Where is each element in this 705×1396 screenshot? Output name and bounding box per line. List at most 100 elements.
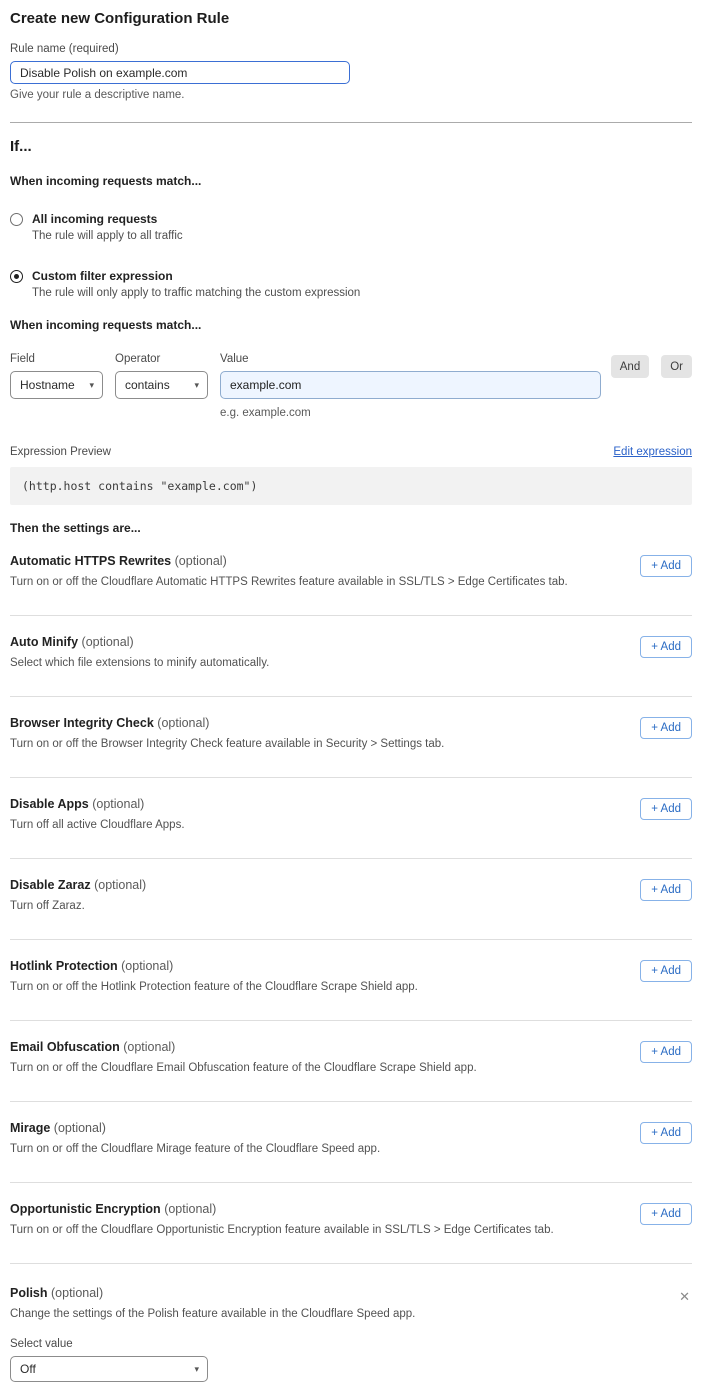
setting-optional-label: (optional) bbox=[54, 1121, 106, 1135]
setting-polish: Polish (optional) Change the settings of… bbox=[10, 1286, 692, 1382]
setting-description: Change the settings of the Polish featur… bbox=[10, 1308, 415, 1320]
setting-row: Auto Minify (optional) Select which file… bbox=[10, 635, 692, 669]
setting-optional-label: (optional) bbox=[123, 1040, 175, 1054]
setting-title: Auto Minify bbox=[10, 635, 78, 649]
setting-optional-label: (optional) bbox=[121, 959, 173, 973]
setting-title: Email Obfuscation bbox=[10, 1040, 120, 1054]
radio-desc-custom-filter: The rule will only apply to traffic matc… bbox=[32, 287, 360, 299]
setting-row: Email Obfuscation (optional) Turn on or … bbox=[10, 1040, 692, 1074]
setting-row: Hotlink Protection (optional) Turn on or… bbox=[10, 959, 692, 993]
section-divider bbox=[10, 777, 692, 778]
value-input[interactable] bbox=[220, 371, 601, 399]
section-divider bbox=[10, 696, 692, 697]
setting-title: Opportunistic Encryption bbox=[10, 1202, 161, 1216]
add-button[interactable]: + Add bbox=[640, 717, 692, 739]
add-button[interactable]: + Add bbox=[640, 1041, 692, 1063]
setting-description: Turn off Zaraz. bbox=[10, 900, 146, 912]
setting-description: Turn on or off the Cloudflare Opportunis… bbox=[10, 1224, 554, 1236]
setting-row: Disable Apps (optional) Turn off all act… bbox=[10, 797, 692, 831]
create-configuration-rule-page: Create new Configuration Rule Rule name … bbox=[0, 0, 705, 1396]
expression-preview-label: Expression Preview bbox=[10, 446, 111, 458]
setting-title: Automatic HTTPS Rewrites bbox=[10, 554, 171, 568]
filter-builder-heading: When incoming requests match... bbox=[10, 318, 692, 332]
setting-title: Polish bbox=[10, 1286, 48, 1300]
setting-title: Hotlink Protection bbox=[10, 959, 118, 973]
setting-optional-label: (optional) bbox=[175, 554, 227, 568]
chevron-down-icon: ▾ bbox=[89, 381, 94, 390]
radio-option-custom-filter[interactable]: Custom filter expression The rule will o… bbox=[10, 269, 692, 299]
rule-name-input[interactable] bbox=[10, 61, 350, 84]
section-divider bbox=[10, 1020, 692, 1021]
setting-disable-zaraz: Disable Zaraz (optional) Turn off Zaraz.… bbox=[10, 878, 692, 940]
setting-title: Browser Integrity Check bbox=[10, 716, 154, 730]
add-button[interactable]: + Add bbox=[640, 636, 692, 658]
setting-description: Turn off all active Cloudflare Apps. bbox=[10, 819, 185, 831]
section-divider bbox=[10, 1263, 692, 1264]
chevron-down-icon: ▾ bbox=[194, 381, 199, 390]
rule-name-group: Rule name (required) Give your rule a de… bbox=[10, 43, 692, 101]
chevron-down-icon: ▾ bbox=[194, 1365, 199, 1374]
polish-value-select[interactable]: Off ▾ bbox=[10, 1356, 208, 1382]
setting-email-obfuscation: Email Obfuscation (optional) Turn on or … bbox=[10, 1040, 692, 1102]
field-select-value: Hostname bbox=[20, 378, 81, 392]
radio-selected-icon[interactable] bbox=[10, 270, 23, 283]
section-divider bbox=[10, 939, 692, 940]
operator-label: Operator bbox=[115, 353, 208, 365]
setting-automatic-https-rewrites: Automatic HTTPS Rewrites (optional) Turn… bbox=[10, 554, 692, 616]
section-divider bbox=[10, 1182, 692, 1183]
rule-name-help: Give your rule a descriptive name. bbox=[10, 89, 692, 101]
add-button[interactable]: + Add bbox=[640, 798, 692, 820]
top-divider bbox=[10, 122, 692, 123]
setting-mirage: Mirage (optional) Turn on or off the Clo… bbox=[10, 1121, 692, 1183]
value-example-help: e.g. example.com bbox=[220, 407, 601, 419]
incoming-requests-heading: When incoming requests match... bbox=[10, 174, 692, 188]
and-button[interactable]: And bbox=[611, 355, 649, 378]
add-button[interactable]: + Add bbox=[640, 960, 692, 982]
page-title: Create new Configuration Rule bbox=[10, 10, 692, 27]
field-select[interactable]: Hostname ▾ bbox=[10, 371, 103, 399]
polish-select-value: Off bbox=[20, 1362, 186, 1376]
radio-unselected-icon[interactable] bbox=[10, 213, 23, 226]
edit-expression-link[interactable]: Edit expression bbox=[613, 446, 692, 458]
setting-optional-label: (optional) bbox=[51, 1286, 103, 1300]
add-button[interactable]: + Add bbox=[640, 1122, 692, 1144]
setting-description: Select which file extensions to minify a… bbox=[10, 657, 269, 669]
setting-description: Turn on or off the Cloudflare Mirage fea… bbox=[10, 1143, 380, 1155]
setting-auto-minify: Auto Minify (optional) Select which file… bbox=[10, 635, 692, 697]
setting-optional-label: (optional) bbox=[164, 1202, 216, 1216]
radio-label-all-incoming: All incoming requests bbox=[32, 212, 183, 226]
setting-opportunistic-encryption: Opportunistic Encryption (optional) Turn… bbox=[10, 1202, 692, 1264]
setting-title: Mirage bbox=[10, 1121, 50, 1135]
setting-description: Turn on or off the Cloudflare Automatic … bbox=[10, 576, 568, 588]
setting-browser-integrity-check: Browser Integrity Check (optional) Turn … bbox=[10, 716, 692, 778]
setting-optional-label: (optional) bbox=[82, 635, 134, 649]
or-button[interactable]: Or bbox=[661, 355, 692, 378]
if-heading: If... bbox=[10, 138, 692, 155]
add-button[interactable]: + Add bbox=[640, 555, 692, 577]
operator-select[interactable]: contains ▾ bbox=[115, 371, 208, 399]
add-button[interactable]: + Add bbox=[640, 1203, 692, 1225]
setting-hotlink-protection: Hotlink Protection (optional) Turn on or… bbox=[10, 959, 692, 1021]
radio-option-all-incoming[interactable]: All incoming requests The rule will appl… bbox=[10, 212, 692, 242]
setting-disable-apps: Disable Apps (optional) Turn off all act… bbox=[10, 797, 692, 859]
setting-description: Turn on or off the Browser Integrity Che… bbox=[10, 738, 444, 750]
expression-preview-code: (http.host contains "example.com") bbox=[10, 467, 692, 505]
section-divider bbox=[10, 615, 692, 616]
add-button[interactable]: + Add bbox=[640, 879, 692, 901]
radio-label-custom-filter: Custom filter expression bbox=[32, 269, 360, 283]
operator-select-value: contains bbox=[125, 378, 186, 392]
then-settings-heading: Then the settings are... bbox=[10, 521, 692, 535]
select-value-label: Select value bbox=[10, 1338, 692, 1350]
setting-row: Disable Zaraz (optional) Turn off Zaraz.… bbox=[10, 878, 692, 912]
setting-row: Mirage (optional) Turn on or off the Clo… bbox=[10, 1121, 692, 1155]
section-divider bbox=[10, 858, 692, 859]
value-label: Value bbox=[220, 353, 601, 365]
setting-optional-label: (optional) bbox=[92, 797, 144, 811]
field-label: Field bbox=[10, 353, 103, 365]
filter-builder-row: Field Hostname ▾ Operator contains ▾ Val… bbox=[10, 353, 692, 419]
close-icon[interactable]: ✕ bbox=[677, 1288, 692, 1305]
radio-desc-all-incoming: The rule will apply to all traffic bbox=[32, 230, 183, 242]
setting-row: Opportunistic Encryption (optional) Turn… bbox=[10, 1202, 692, 1236]
rule-name-label: Rule name (required) bbox=[10, 43, 692, 55]
section-divider bbox=[10, 1101, 692, 1102]
